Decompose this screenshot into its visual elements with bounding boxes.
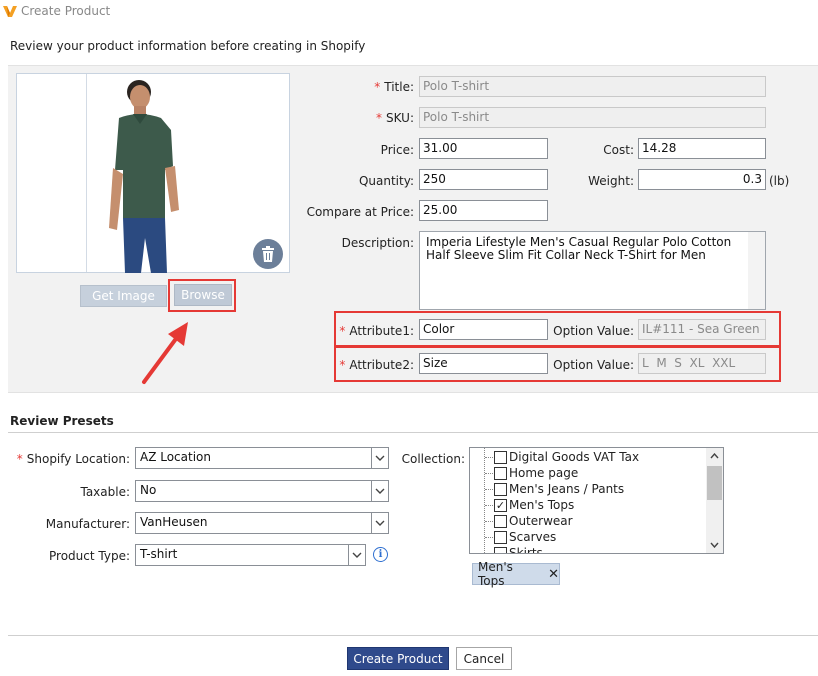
manufacturer-value: VanHeusen <box>140 515 208 529</box>
compare-at-price-label: Compare at Price: <box>306 205 414 219</box>
checkbox[interactable] <box>494 467 507 480</box>
required-mark: * <box>16 452 23 466</box>
sku-label: SKU: <box>386 111 414 125</box>
checkbox[interactable] <box>494 531 507 544</box>
chevron-down-icon <box>348 545 365 565</box>
chevron-down-icon <box>371 513 388 533</box>
manufacturer-select[interactable]: VanHeusen <box>135 512 389 534</box>
window-title: Create Product <box>21 4 111 18</box>
checkbox[interactable] <box>494 451 507 464</box>
attribute1-label: Attribute1: <box>349 324 414 338</box>
required-mark: * <box>339 324 346 338</box>
required-mark: * <box>339 358 346 372</box>
quantity-label: Quantity: <box>358 174 414 188</box>
taxable-value: No <box>140 483 157 497</box>
cost-label: Cost: <box>603 143 634 157</box>
chevron-down-icon <box>371 481 388 501</box>
footer-divider <box>8 635 818 636</box>
checkbox-checked[interactable]: ✓ <box>494 499 507 512</box>
chevron-down-icon <box>371 448 388 468</box>
sku-field[interactable]: Polo T-shirt <box>419 107 766 128</box>
attribute1-option-field[interactable]: IL#111 - Sea Green <box>638 319 766 340</box>
annotation-arrow-icon <box>142 322 188 384</box>
taxable-select[interactable]: No <box>135 480 389 502</box>
description-scrollbar[interactable] <box>748 232 765 309</box>
tree-line <box>484 448 485 553</box>
selected-collection-tag: Men's Tops ✕ <box>472 560 560 588</box>
app-logo-icon <box>3 6 17 17</box>
attribute2-field[interactable]: Size <box>419 353 548 374</box>
shopify-location-select[interactable]: AZ Location <box>135 447 389 469</box>
delete-image-button[interactable] <box>253 239 283 269</box>
attribute2-option-label: Option Value: <box>553 358 634 372</box>
checkbox[interactable] <box>494 483 507 496</box>
required-mark: * <box>374 80 381 94</box>
image-divider <box>86 74 87 272</box>
collection-tree[interactable]: Digital Goods VAT Tax Home page Men's Je… <box>469 447 724 554</box>
product-type-select[interactable]: T-shirt <box>135 544 366 566</box>
description-textarea[interactable]: Imperia Lifestyle Men's Casual Regular P… <box>419 231 766 310</box>
attribute2-option-field[interactable]: L M S XL XXL <box>638 353 766 374</box>
collection-label: Collection: <box>401 452 465 466</box>
description-label: Description: <box>341 236 414 250</box>
attribute1-option-label: Option Value: <box>553 324 634 338</box>
chevron-down-icon[interactable] <box>710 542 719 548</box>
compare-at-price-field[interactable]: 25.00 <box>419 200 548 221</box>
get-image-button[interactable]: Get Image <box>80 285 167 307</box>
info-icon[interactable]: i <box>373 547 388 562</box>
scrollbar-thumb[interactable] <box>707 466 722 500</box>
price-label: Price: <box>380 143 414 157</box>
product-image <box>109 80 179 273</box>
tag-label: Men's Tops <box>478 560 513 588</box>
quantity-field[interactable]: 250 <box>419 169 548 190</box>
weight-label: Weight: <box>588 174 634 188</box>
section-divider <box>8 432 818 433</box>
close-icon[interactable]: ✕ <box>548 567 559 582</box>
review-presets-title: Review Presets <box>10 414 114 428</box>
attribute1-field[interactable]: Color <box>419 319 548 340</box>
product-type-label: Product Type: <box>49 549 130 563</box>
cancel-button[interactable]: Cancel <box>456 647 512 670</box>
checkbox[interactable] <box>494 515 507 528</box>
taxable-label: Taxable: <box>80 485 130 499</box>
collection-scrollbar[interactable] <box>706 448 723 553</box>
weight-unit: (lb) <box>769 174 790 188</box>
browse-button[interactable]: Browse <box>174 284 232 306</box>
weight-field[interactable]: 0.3 <box>638 169 766 190</box>
checkbox[interactable] <box>494 547 507 553</box>
price-field[interactable]: 31.00 <box>419 138 548 159</box>
product-type-value: T-shirt <box>140 547 178 561</box>
chevron-up-icon[interactable] <box>710 453 719 459</box>
cost-field[interactable]: 14.28 <box>638 138 766 159</box>
manufacturer-label: Manufacturer: <box>45 517 130 531</box>
create-product-button[interactable]: Create Product <box>347 647 449 670</box>
required-mark: * <box>376 111 382 125</box>
title-field[interactable]: Polo T-shirt <box>419 76 766 97</box>
title-bar <box>0 0 818 24</box>
title-label: Title: <box>384 80 414 94</box>
shopify-location-label: Shopify Location: <box>26 452 130 466</box>
page-subtitle: Review your product information before c… <box>10 39 366 53</box>
trash-icon <box>262 246 274 262</box>
shopify-location-value: AZ Location <box>140 450 211 464</box>
attribute2-label: Attribute2: <box>349 358 414 372</box>
